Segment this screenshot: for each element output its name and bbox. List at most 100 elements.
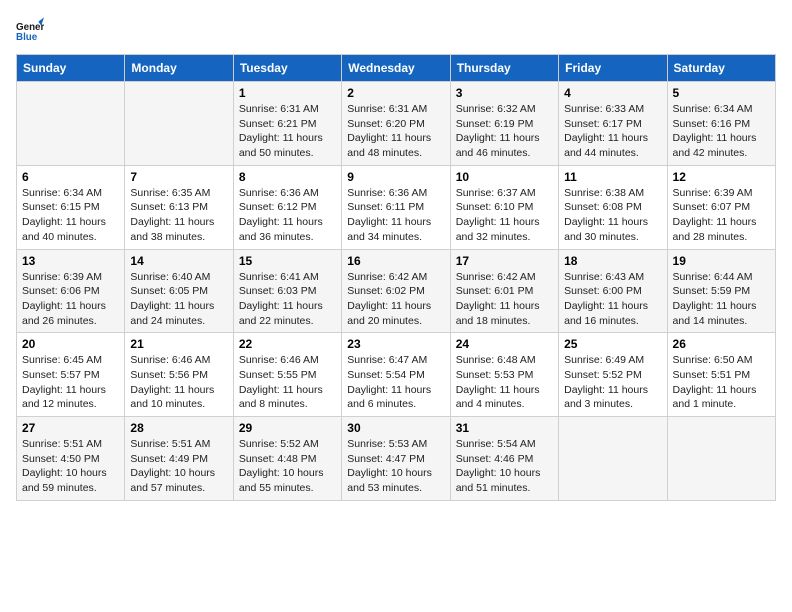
calendar-cell: 17Sunrise: 6:42 AM Sunset: 6:01 PM Dayli…	[450, 249, 558, 333]
calendar-cell: 21 Sunrise: 6:46 AM Sunset: 5:56 PM Dayli…	[125, 333, 233, 417]
day-info: Sunrise: 6:31 AM Sunset: 6:21 PM Dayligh…	[239, 102, 336, 161]
calendar-cell: 13 Sunrise: 6:39 AM Sunset: 6:06 PM Dayli…	[17, 249, 125, 333]
svg-text:Blue: Blue	[16, 32, 38, 43]
day-number: 4	[564, 86, 661, 100]
day-number: 21	[130, 337, 227, 351]
week-row-5: 27 Sunrise: 5:51 AM Sunset: 4:50 PM Dayli…	[17, 417, 776, 501]
day-number: 19	[673, 254, 770, 268]
day-info: Sunrise: 6:41 AM Sunset: 6:03 PM Dayligh…	[239, 270, 336, 329]
day-info: Sunrise: 6:42 AM Sunset: 6:01 PM Dayligh…	[456, 270, 553, 329]
calendar-cell: 28 Sunrise: 5:51 AM Sunset: 4:49 PM Dayli…	[125, 417, 233, 501]
calendar-cell: 2 Sunrise: 6:31 AM Sunset: 6:20 PM Daylig…	[342, 82, 450, 166]
calendar-cell	[559, 417, 667, 501]
calendar-cell: 25 Sunrise: 6:49 AM Sunset: 5:52 PM Dayli…	[559, 333, 667, 417]
day-number: 8	[239, 170, 336, 184]
day-number: 25	[564, 337, 661, 351]
day-info: Sunrise: 6:46 AM Sunset: 5:56 PM Dayligh…	[130, 353, 227, 412]
day-info: Sunrise: 6:32 AM Sunset: 6:19 PM Dayligh…	[456, 102, 553, 161]
calendar-cell: 24Sunrise: 6:48 AM Sunset: 5:53 PM Dayli…	[450, 333, 558, 417]
calendar-cell: 4Sunrise: 6:33 AM Sunset: 6:17 PM Daylig…	[559, 82, 667, 166]
calendar-cell: 16 Sunrise: 6:42 AM Sunset: 6:02 PM Dayli…	[342, 249, 450, 333]
day-number: 28	[130, 421, 227, 435]
day-number: 23	[347, 337, 444, 351]
day-number: 20	[22, 337, 119, 351]
calendar-cell: 6 Sunrise: 6:34 AM Sunset: 6:15 PM Daylig…	[17, 165, 125, 249]
calendar-cell: 10Sunrise: 6:37 AM Sunset: 6:10 PM Dayli…	[450, 165, 558, 249]
calendar-cell: 12 Sunrise: 6:39 AM Sunset: 6:07 PM Dayli…	[667, 165, 775, 249]
calendar-table: SundayMondayTuesdayWednesdayThursdayFrid…	[16, 54, 776, 501]
day-number: 5	[673, 86, 770, 100]
header-cell-friday: Friday	[559, 55, 667, 82]
header-cell-monday: Monday	[125, 55, 233, 82]
day-info: Sunrise: 5:53 AM Sunset: 4:47 PM Dayligh…	[347, 437, 444, 496]
day-number: 3	[456, 86, 553, 100]
day-info: Sunrise: 6:40 AM Sunset: 6:05 PM Dayligh…	[130, 270, 227, 329]
calendar-cell: 26 Sunrise: 6:50 AM Sunset: 5:51 PM Dayli…	[667, 333, 775, 417]
week-row-1: 1 Sunrise: 6:31 AM Sunset: 6:21 PM Daylig…	[17, 82, 776, 166]
day-info: Sunrise: 6:49 AM Sunset: 5:52 PM Dayligh…	[564, 353, 661, 412]
calendar-body: 1 Sunrise: 6:31 AM Sunset: 6:21 PM Daylig…	[17, 82, 776, 501]
calendar-header-row: SundayMondayTuesdayWednesdayThursdayFrid…	[17, 55, 776, 82]
header-cell-tuesday: Tuesday	[233, 55, 341, 82]
calendar-cell: 15 Sunrise: 6:41 AM Sunset: 6:03 PM Dayli…	[233, 249, 341, 333]
day-info: Sunrise: 6:42 AM Sunset: 6:02 PM Dayligh…	[347, 270, 444, 329]
calendar-cell: 31Sunrise: 5:54 AM Sunset: 4:46 PM Dayli…	[450, 417, 558, 501]
day-number: 18	[564, 254, 661, 268]
day-info: Sunrise: 6:36 AM Sunset: 6:12 PM Dayligh…	[239, 186, 336, 245]
day-number: 12	[673, 170, 770, 184]
day-info: Sunrise: 6:46 AM Sunset: 5:55 PM Dayligh…	[239, 353, 336, 412]
page-header: General Blue	[16, 16, 776, 44]
day-number: 13	[22, 254, 119, 268]
calendar-cell	[17, 82, 125, 166]
day-info: Sunrise: 6:43 AM Sunset: 6:00 PM Dayligh…	[564, 270, 661, 329]
calendar-cell: 3 Sunrise: 6:32 AM Sunset: 6:19 PM Daylig…	[450, 82, 558, 166]
calendar-cell: 14Sunrise: 6:40 AM Sunset: 6:05 PM Dayli…	[125, 249, 233, 333]
header-cell-saturday: Saturday	[667, 55, 775, 82]
day-info: Sunrise: 6:34 AM Sunset: 6:16 PM Dayligh…	[673, 102, 770, 161]
calendar-cell: 29 Sunrise: 5:52 AM Sunset: 4:48 PM Dayli…	[233, 417, 341, 501]
week-row-3: 13 Sunrise: 6:39 AM Sunset: 6:06 PM Dayli…	[17, 249, 776, 333]
calendar-cell: 22 Sunrise: 6:46 AM Sunset: 5:55 PM Dayli…	[233, 333, 341, 417]
day-info: Sunrise: 5:52 AM Sunset: 4:48 PM Dayligh…	[239, 437, 336, 496]
logo-icon: General Blue	[16, 16, 44, 44]
day-number: 27	[22, 421, 119, 435]
header-cell-sunday: Sunday	[17, 55, 125, 82]
calendar-cell: 1 Sunrise: 6:31 AM Sunset: 6:21 PM Daylig…	[233, 82, 341, 166]
calendar-cell	[667, 417, 775, 501]
day-info: Sunrise: 6:36 AM Sunset: 6:11 PM Dayligh…	[347, 186, 444, 245]
day-number: 15	[239, 254, 336, 268]
calendar-cell: 27 Sunrise: 5:51 AM Sunset: 4:50 PM Dayli…	[17, 417, 125, 501]
day-number: 9	[347, 170, 444, 184]
day-info: Sunrise: 6:31 AM Sunset: 6:20 PM Dayligh…	[347, 102, 444, 161]
day-info: Sunrise: 6:38 AM Sunset: 6:08 PM Dayligh…	[564, 186, 661, 245]
day-number: 7	[130, 170, 227, 184]
day-number: 30	[347, 421, 444, 435]
week-row-2: 6 Sunrise: 6:34 AM Sunset: 6:15 PM Daylig…	[17, 165, 776, 249]
day-info: Sunrise: 6:39 AM Sunset: 6:06 PM Dayligh…	[22, 270, 119, 329]
day-info: Sunrise: 6:47 AM Sunset: 5:54 PM Dayligh…	[347, 353, 444, 412]
calendar-cell: 18 Sunrise: 6:43 AM Sunset: 6:00 PM Dayli…	[559, 249, 667, 333]
day-number: 1	[239, 86, 336, 100]
day-info: Sunrise: 6:50 AM Sunset: 5:51 PM Dayligh…	[673, 353, 770, 412]
day-info: Sunrise: 6:34 AM Sunset: 6:15 PM Dayligh…	[22, 186, 119, 245]
day-number: 29	[239, 421, 336, 435]
day-info: Sunrise: 6:44 AM Sunset: 5:59 PM Dayligh…	[673, 270, 770, 329]
day-number: 26	[673, 337, 770, 351]
day-info: Sunrise: 6:45 AM Sunset: 5:57 PM Dayligh…	[22, 353, 119, 412]
day-number: 10	[456, 170, 553, 184]
day-info: Sunrise: 5:51 AM Sunset: 4:49 PM Dayligh…	[130, 437, 227, 496]
calendar-cell	[125, 82, 233, 166]
header-cell-wednesday: Wednesday	[342, 55, 450, 82]
week-row-4: 20 Sunrise: 6:45 AM Sunset: 5:57 PM Dayli…	[17, 333, 776, 417]
calendar-cell: 8 Sunrise: 6:36 AM Sunset: 6:12 PM Daylig…	[233, 165, 341, 249]
day-number: 16	[347, 254, 444, 268]
day-info: Sunrise: 6:39 AM Sunset: 6:07 PM Dayligh…	[673, 186, 770, 245]
day-info: Sunrise: 6:35 AM Sunset: 6:13 PM Dayligh…	[130, 186, 227, 245]
day-number: 22	[239, 337, 336, 351]
calendar-cell: 19 Sunrise: 6:44 AM Sunset: 5:59 PM Dayli…	[667, 249, 775, 333]
day-number: 6	[22, 170, 119, 184]
header-cell-thursday: Thursday	[450, 55, 558, 82]
day-number: 2	[347, 86, 444, 100]
calendar-cell: 20 Sunrise: 6:45 AM Sunset: 5:57 PM Dayli…	[17, 333, 125, 417]
day-info: Sunrise: 5:51 AM Sunset: 4:50 PM Dayligh…	[22, 437, 119, 496]
